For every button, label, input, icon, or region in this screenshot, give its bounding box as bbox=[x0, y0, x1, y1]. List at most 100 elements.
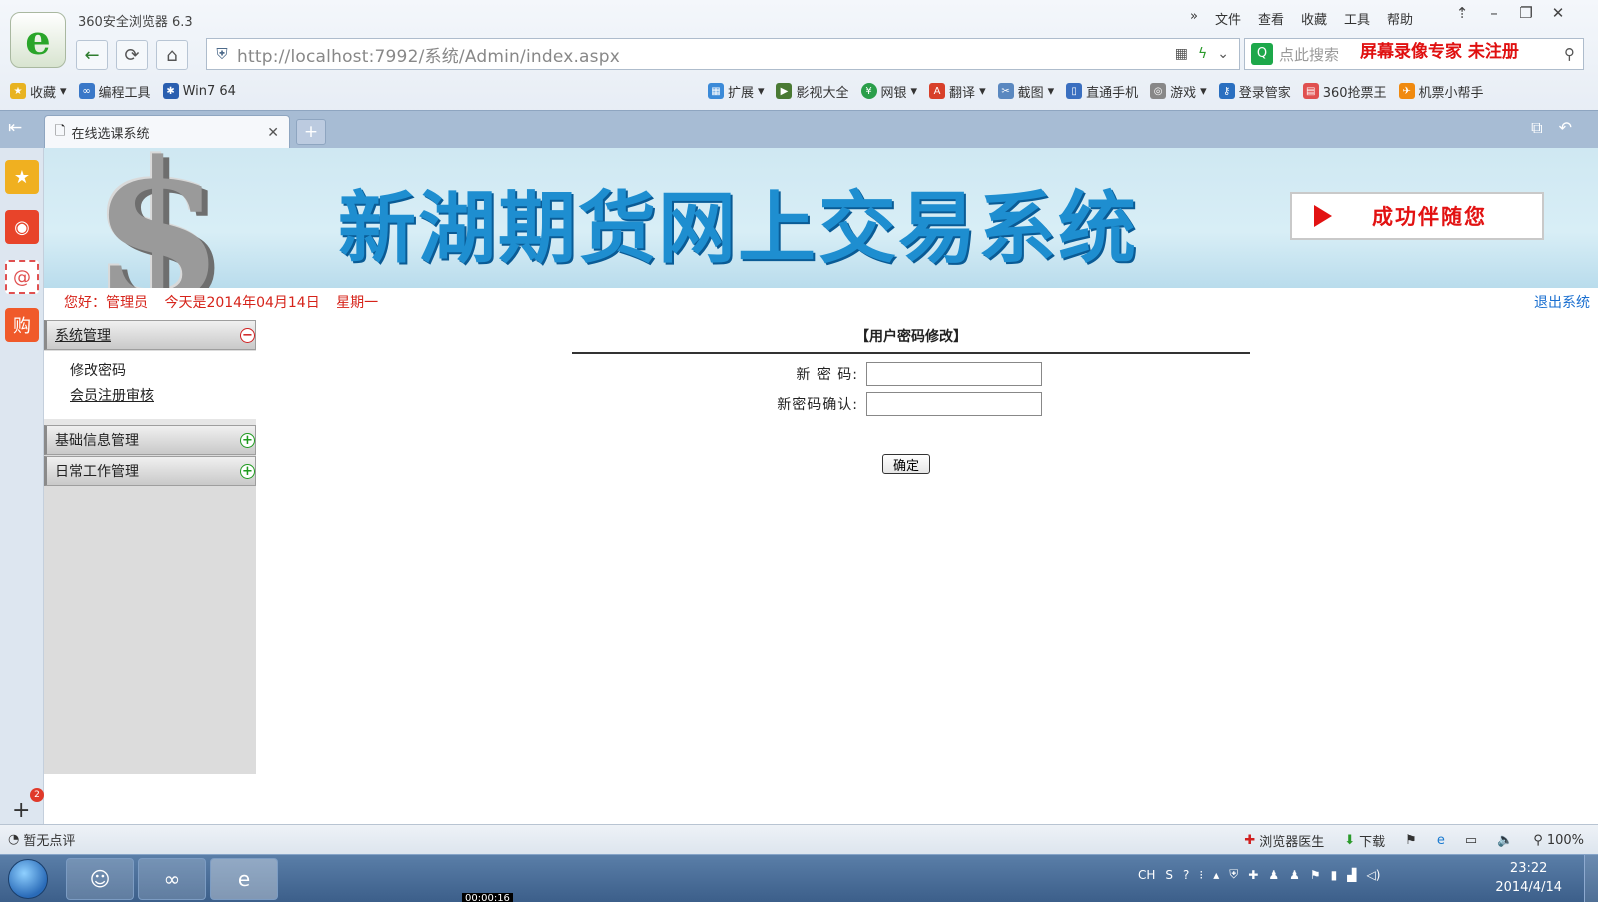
new-password-input[interactable] bbox=[866, 362, 1042, 386]
sogou-ime-icon[interactable]: S bbox=[1165, 868, 1173, 882]
ext-ticket[interactable]: ▤ 360抢票王 bbox=[1302, 82, 1387, 101]
minimize-icon[interactable]: – bbox=[1484, 4, 1504, 22]
show-desktop-button[interactable] bbox=[1584, 855, 1598, 902]
tab-list-icon[interactable]: ⧉ bbox=[1531, 118, 1542, 138]
add-sidebar-icon[interactable]: + bbox=[12, 798, 30, 823]
menu-bar: » 文件 查看 收藏 工具 帮助 bbox=[1190, 9, 1413, 28]
shirt-icon[interactable]: ⇡ bbox=[1452, 4, 1472, 22]
ext-label: 360抢票王 bbox=[1322, 85, 1387, 101]
favorites-star-icon[interactable]: ★ bbox=[5, 160, 39, 194]
taskbar-app-360-browser[interactable]: e bbox=[210, 858, 278, 900]
start-button[interactable] bbox=[8, 859, 48, 899]
close-icon[interactable]: ✕ bbox=[1548, 4, 1568, 22]
confirm-password-input[interactable] bbox=[866, 392, 1042, 416]
volume-icon[interactable]: 🔈 bbox=[1497, 833, 1513, 848]
zoom-level: 100% bbox=[1546, 833, 1584, 848]
menu-help[interactable]: 帮助 bbox=[1387, 9, 1413, 28]
ext-screenshot[interactable]: ✂ 截图 ▾ bbox=[997, 82, 1054, 101]
undo-close-icon[interactable]: ↶ bbox=[1559, 118, 1572, 138]
volume-tray-icon[interactable]: ◁) bbox=[1366, 868, 1380, 882]
browser-doctor[interactable]: ✚ 浏览器医生 bbox=[1244, 831, 1324, 850]
action-center-flag-icon[interactable]: ⚑ bbox=[1310, 868, 1321, 882]
menu-group-label: 基础信息管理 bbox=[55, 433, 139, 449]
lightning-icon[interactable]: ϟ bbox=[1198, 46, 1207, 62]
qq-icon-2[interactable]: ♟ bbox=[1289, 868, 1300, 882]
menu-favorites[interactable]: 收藏 bbox=[1301, 9, 1327, 28]
shopping-icon[interactable]: 购 bbox=[5, 308, 39, 342]
ie-icon[interactable]: e bbox=[1437, 833, 1445, 848]
network-icon[interactable]: ▟ bbox=[1347, 868, 1356, 882]
address-bar[interactable]: ⛨ http://localhost:7992/系统/Admin/index.a… bbox=[206, 38, 1240, 70]
security-shield-icon[interactable]: ⛨ bbox=[1229, 867, 1238, 882]
confirm-button[interactable]: 确定 bbox=[882, 454, 930, 474]
ext-expand[interactable]: ▦ 扩展 ▾ bbox=[707, 82, 764, 101]
tab-online-course[interactable]: 🗋 在线选课系统 ✕ bbox=[44, 115, 290, 149]
dropdown-arrow-icon: ▾ bbox=[910, 83, 918, 99]
logout-link[interactable]: 退出系统 bbox=[1534, 292, 1590, 312]
fav-item-favorites[interactable]: ★ 收藏 ▾ bbox=[10, 82, 67, 101]
paw-icon: ✱ bbox=[162, 83, 179, 99]
window-mode-icon[interactable]: ▭ bbox=[1465, 833, 1477, 848]
shield-icon[interactable]: ⛨ bbox=[207, 45, 237, 63]
new-password-label: 新 密 码: bbox=[796, 367, 858, 383]
clock-time: 23:22 bbox=[1509, 861, 1548, 876]
system-clock[interactable]: 23:22 2014/4/14 bbox=[1495, 859, 1562, 897]
ime-options-icon[interactable]: ⁝ bbox=[1199, 868, 1203, 882]
input-language[interactable]: CH bbox=[1138, 868, 1155, 882]
collapse-icon[interactable]: − bbox=[240, 328, 255, 343]
ext-phone[interactable]: ▯ 直通手机 bbox=[1066, 82, 1138, 101]
ext-games[interactable]: ◎ 游戏 ▾ bbox=[1150, 82, 1207, 101]
taskbar-app-visual-studio[interactable]: ∞ bbox=[138, 858, 206, 900]
form-row-new-password: 新 密 码: bbox=[572, 362, 1250, 386]
back-arrow-icon[interactable]: ← bbox=[76, 40, 108, 70]
web-page: $ 新湖期货网上交易系统 成功伴随您 您好：管理员 今天是2014年04月14日… bbox=[44, 148, 1598, 824]
fav-item-programming-tools[interactable]: ∞ 编程工具 bbox=[78, 82, 151, 101]
restore-icon[interactable]: ❐ bbox=[1516, 4, 1536, 22]
search-engine-icon[interactable]: Q bbox=[1251, 43, 1273, 65]
menu-item-member-review[interactable]: 会员注册审核 bbox=[70, 384, 256, 409]
qq-icon[interactable]: ♟ bbox=[1268, 868, 1279, 882]
weibo-icon[interactable]: ◉ bbox=[5, 210, 39, 244]
email-icon[interactable]: @ bbox=[5, 260, 39, 294]
sidebar-toggle-icon[interactable]: ⇤ bbox=[8, 118, 22, 138]
qr-code-icon[interactable]: ▦ bbox=[1175, 46, 1188, 62]
menu-item-change-password[interactable]: 修改密码 bbox=[70, 359, 256, 384]
ext-translate[interactable]: A 翻译 ▾ bbox=[929, 82, 986, 101]
expand-icon[interactable]: + bbox=[240, 464, 255, 479]
search-placeholder[interactable]: 点此搜索 bbox=[1279, 44, 1339, 65]
refresh-icon[interactable]: ⟳ bbox=[116, 40, 148, 70]
folder-icon: ∞ bbox=[78, 83, 95, 99]
360-guard-icon[interactable]: ✚ bbox=[1248, 868, 1258, 882]
compat-mode-icon[interactable]: ⚑ bbox=[1405, 833, 1417, 848]
zoom-control[interactable]: ⚲ 100% bbox=[1533, 833, 1584, 848]
ext-login-manager[interactable]: ⚷ 登录管家 bbox=[1218, 82, 1291, 101]
download-manager[interactable]: ⬇ 下载 bbox=[1344, 831, 1385, 850]
menu-tools[interactable]: 工具 bbox=[1344, 9, 1370, 28]
chevron-down-icon[interactable]: ⌄ bbox=[1217, 46, 1229, 62]
greeting-user: 您好：管理员 bbox=[64, 295, 148, 311]
status-rating[interactable]: ◔ 暂无点评 bbox=[8, 830, 75, 849]
help-icon[interactable]: ? bbox=[1183, 868, 1189, 882]
expand-icon[interactable]: + bbox=[240, 433, 255, 448]
taskbar-app-user[interactable]: ☺ bbox=[66, 858, 134, 900]
home-icon[interactable]: ⌂ bbox=[156, 40, 188, 70]
menu-group-label: 日常工作管理 bbox=[55, 464, 139, 480]
menu-group-daily-work[interactable]: 日常工作管理 + bbox=[44, 456, 256, 486]
ext-label: 直通手机 bbox=[1086, 85, 1139, 101]
admin-menu: 系统管理 − 修改密码 会员注册审核 基础信息管理 + 日常工作管理 + bbox=[44, 320, 256, 774]
menu-group-system[interactable]: 系统管理 − bbox=[44, 320, 256, 350]
power-icon[interactable]: ▮ bbox=[1331, 868, 1338, 882]
ext-bank[interactable]: ¥ 网银 ▾ bbox=[860, 82, 918, 101]
close-tab-icon[interactable]: ✕ bbox=[267, 125, 289, 141]
address-url[interactable]: http://localhost:7992/系统/Admin/index.asp… bbox=[237, 42, 1175, 67]
search-icon[interactable]: ⚲ bbox=[1564, 45, 1575, 63]
fav-item-win7[interactable]: ✱ Win7 64 bbox=[162, 83, 236, 99]
new-tab-button[interactable]: + bbox=[296, 119, 326, 145]
menu-view[interactable]: 查看 bbox=[1258, 9, 1284, 28]
show-hidden-icons-icon[interactable]: ▴ bbox=[1213, 868, 1219, 882]
menu-group-basic-info[interactable]: 基础信息管理 + bbox=[44, 425, 256, 455]
menu-more-icon[interactable]: » bbox=[1190, 9, 1198, 28]
menu-file[interactable]: 文件 bbox=[1215, 9, 1241, 28]
ext-video[interactable]: ▶ 影视大全 bbox=[776, 82, 849, 101]
ext-flight[interactable]: ✈ 机票小帮手 bbox=[1398, 82, 1484, 101]
